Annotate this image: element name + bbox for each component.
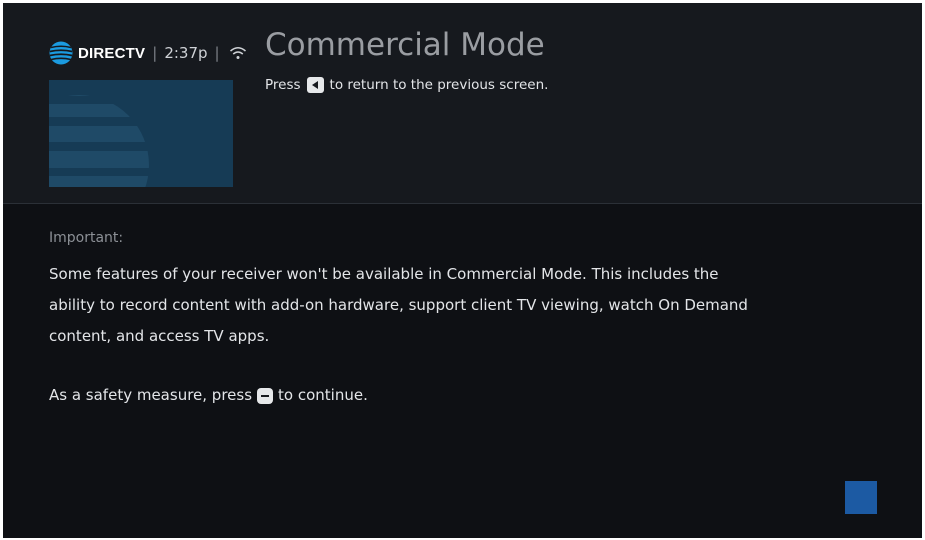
page-title: Commercial Mode [265,27,545,63]
blue-key-indicator[interactable] [845,481,877,514]
safety-prefix: As a safety measure, press [49,386,253,404]
hint-prefix: Press [265,77,301,93]
safety-suffix: to continue. [278,386,368,404]
separator: | [214,44,220,62]
globe-watermark-icon [49,95,149,187]
back-hint: Press to return to the previous screen. [265,77,548,93]
safety-prompt: As a safety measure, press to continue. [49,380,368,411]
screen: DIRECTV | 2:37p | Commercial Mode Press … [3,3,922,538]
clock: 2:37p [164,44,208,62]
wifi-icon [229,47,246,59]
dash-key-icon [257,387,274,404]
brand-row: DIRECTV | 2:37p | [49,41,247,65]
message-body: Important: Some features of your receive… [49,227,749,352]
preview-window [49,80,233,187]
header: DIRECTV | 2:37p | Commercial Mode Press … [3,3,922,204]
warning-paragraph: Some features of your receiver won't be … [49,265,748,345]
hint-suffix: to return to the previous screen. [329,77,549,93]
back-key-icon [306,77,324,93]
brand-name: DIRECTV [78,44,146,62]
att-globe-icon [49,41,73,65]
important-label: Important: [49,230,124,246]
separator: | [152,44,158,62]
